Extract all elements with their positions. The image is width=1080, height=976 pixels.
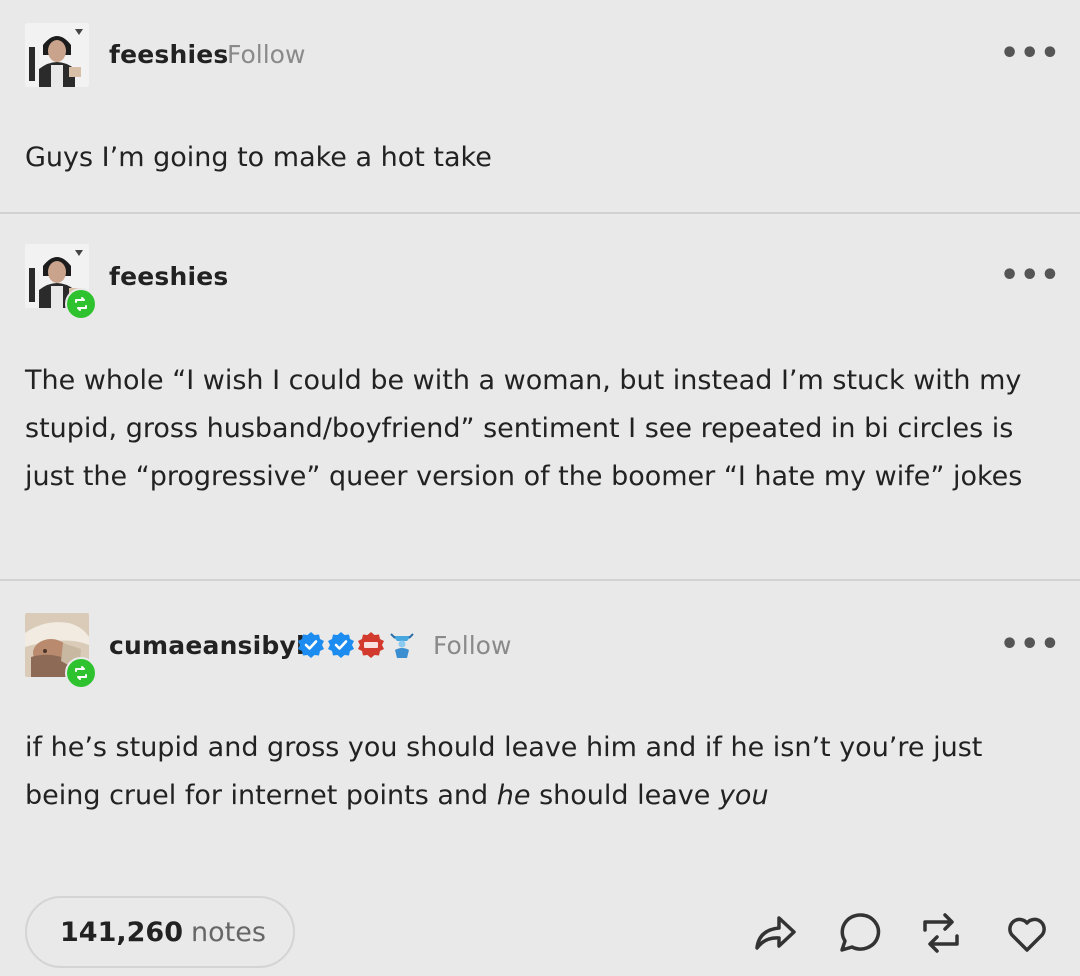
post-body-emphasis: you [718, 780, 769, 811]
post-username[interactable]: feeshies [109, 262, 228, 291]
post-body-text: if he’s stupid and gross you should leav… [25, 724, 1060, 820]
verified-badge-icon[interactable] [327, 631, 355, 659]
reply-icon[interactable] [836, 908, 886, 958]
post-body-text: Guys I’m going to make a hot take [25, 142, 492, 173]
notes-count: 141,260 [60, 916, 183, 948]
follow-button[interactable]: Follow [227, 40, 305, 69]
reblog-icon[interactable] [916, 908, 966, 958]
user-avatar-icon [25, 23, 89, 87]
post-body-text: The whole “I wish I could be with a woma… [25, 365, 1023, 492]
post-body-emphasis: he [496, 780, 531, 811]
share-icon[interactable] [750, 908, 800, 958]
post-username[interactable]: feeshies [109, 40, 228, 69]
reblog-icon [65, 288, 97, 320]
like-icon[interactable] [1002, 908, 1052, 958]
more-options-icon[interactable]: ••• [1000, 258, 1061, 293]
post-body-text-part: should leave [530, 780, 719, 811]
user-badges [297, 630, 417, 660]
red-badge-icon[interactable] [357, 631, 385, 659]
divider [0, 212, 1080, 214]
reblog-icon [65, 657, 97, 689]
notes-label: notes [190, 916, 266, 948]
avatar[interactable] [25, 23, 89, 87]
more-options-icon[interactable]: ••• [1000, 36, 1061, 71]
more-options-icon[interactable]: ••• [1000, 627, 1061, 662]
divider [0, 579, 1080, 581]
blue-figure-badge-icon[interactable] [387, 630, 417, 660]
post-username[interactable]: cumaeansibyl [109, 631, 305, 660]
follow-button[interactable]: Follow [433, 631, 511, 660]
notes-button[interactable]: 141,260 notes [25, 896, 295, 968]
verified-badge-icon[interactable] [297, 631, 325, 659]
